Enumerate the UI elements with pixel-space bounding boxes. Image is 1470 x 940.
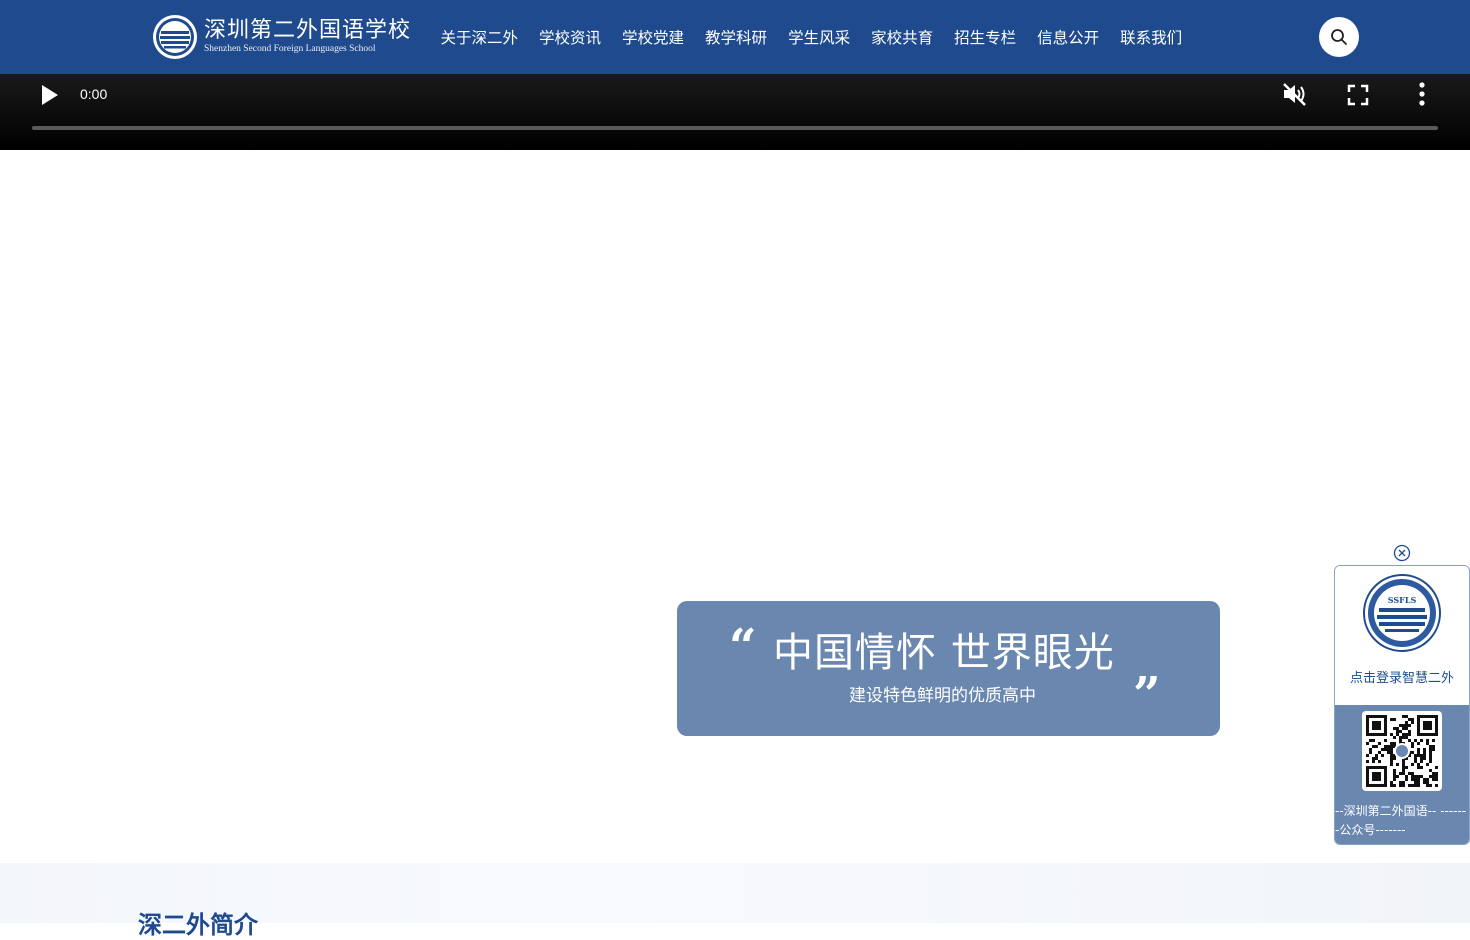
play-icon[interactable] (36, 82, 62, 108)
wechat-qr-code (1362, 711, 1442, 791)
fullscreen-icon[interactable] (1345, 82, 1371, 108)
close-icon[interactable] (1393, 544, 1411, 562)
school-logo[interactable]: 深圳第二外国语学校 Shenzhen Second Foreign Langua… (152, 12, 411, 62)
slogan-sub: 建设特色鲜明的优质高中 (849, 686, 1036, 706)
intro-section: 深二外简介 (0, 863, 1470, 939)
floating-widget: SSFLS 点击登录智慧二外 --深圳第二外国语-- -------公众号---… (1334, 565, 1470, 845)
nav-item-contact[interactable]: 联系我们 (1110, 26, 1193, 48)
muted-icon[interactable] (1280, 80, 1308, 108)
smart-campus-login[interactable]: SSFLS 点击登录智慧二外 (1335, 566, 1469, 705)
more-vert-icon[interactable] (1410, 80, 1434, 108)
nav-item-news[interactable]: 学校资讯 (529, 26, 612, 48)
smart-campus-login-label: 点击登录智慧二外 (1349, 671, 1454, 686)
logo-chinese-name: 深圳第二外国语学校 (204, 18, 412, 43)
quote-open-mark: “ (729, 619, 757, 675)
nav-item-disclosure[interactable]: 信息公开 (1027, 26, 1110, 48)
nav-item-students[interactable]: 学生风采 (778, 26, 861, 48)
search-icon (1331, 29, 1347, 45)
school-emblem-icon (153, 15, 197, 59)
nav-item-home-school[interactable]: 家校共育 (861, 26, 944, 48)
video-progress-bar[interactable] (32, 126, 1438, 130)
slogan-main: 中国情怀 世界眼光 (773, 630, 1115, 676)
qr-code-icon (1366, 715, 1438, 787)
video-time: 0:00 (80, 86, 108, 102)
school-badge-icon: SSFLS (1363, 574, 1441, 652)
nav-item-party[interactable]: 学校党建 (612, 26, 695, 48)
nav-item-admissions[interactable]: 招生专栏 (944, 26, 1027, 48)
wechat-qr-section: --深圳第二外国语-- -------公众号------- (1335, 705, 1469, 844)
quote-close-mark: ” (1133, 667, 1161, 723)
site-header: 深圳第二外国语学校 Shenzhen Second Foreign Langua… (0, 0, 1470, 74)
logo-english-name: Shenzhen Second Foreign Languages School (204, 44, 376, 54)
slogan-box: “ 中国情怀 世界眼光 建设特色鲜明的优质高中 ” (677, 601, 1220, 736)
search-button[interactable] (1319, 17, 1359, 57)
nav-item-about[interactable]: 关于深二外 (430, 26, 529, 48)
video-player[interactable]: 0:00 (0, 74, 1470, 150)
qr-caption: --深圳第二外国语-- -------公众号------- (1335, 804, 1467, 837)
nav-item-teaching[interactable]: 教学科研 (695, 26, 778, 48)
main-nav: 关于深二外 学校资讯 学校党建 教学科研 学生风采 家校共育 招生专栏 信息公开… (430, 0, 1193, 74)
badge-text: SSFLS (1388, 595, 1417, 605)
